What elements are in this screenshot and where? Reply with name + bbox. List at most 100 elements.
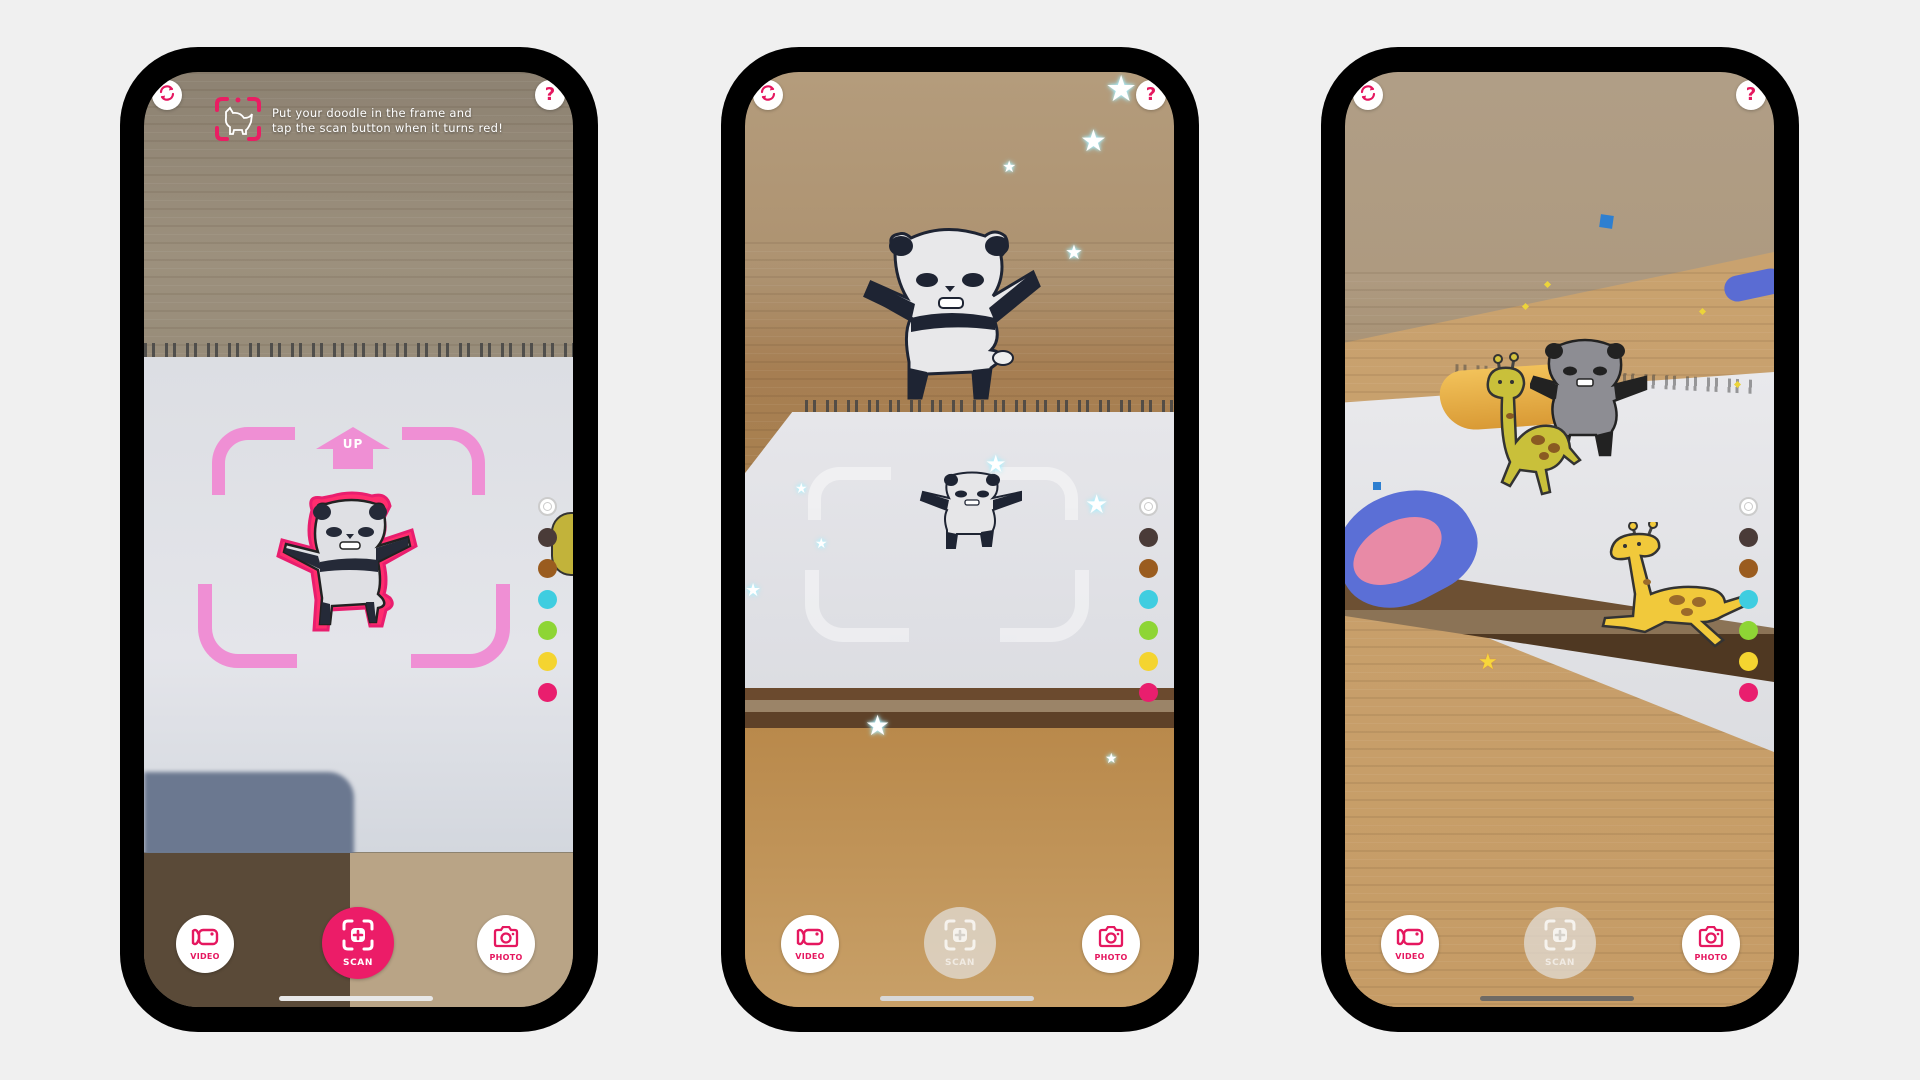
photo-button[interactable]: PHOTO <box>1082 915 1140 973</box>
up-label: UP <box>342 437 364 451</box>
home-indicator[interactable] <box>279 996 433 1001</box>
color-swatch-brown[interactable] <box>538 559 557 578</box>
color-swatch-cyan[interactable] <box>538 590 557 609</box>
video-label: VIDEO <box>795 952 825 961</box>
whale-mouth <box>1345 503 1454 599</box>
hint-line-1: Put your doodle in the frame and <box>272 106 472 120</box>
color-swatch-green[interactable] <box>1139 621 1158 640</box>
scan-button[interactable]: SCAN <box>924 907 996 979</box>
notebook-spiral <box>144 343 573 357</box>
camera-feed: ★ ★ ★ ★ ★ ★ ★ ★ ★ ★ ★ <box>745 72 1174 1007</box>
frame-corner-bottom-left <box>805 570 909 642</box>
color-swatch-dark-brown[interactable] <box>538 528 557 547</box>
color-swatch-brown[interactable] <box>1739 559 1758 578</box>
color-swatch-eraser[interactable] <box>1139 497 1158 516</box>
sparkle-star: ★ <box>1085 490 1109 520</box>
color-palette <box>1739 497 1759 714</box>
hand-shadow <box>144 772 354 856</box>
video-camera-icon <box>795 927 825 951</box>
reset-button[interactable] <box>753 80 783 110</box>
video-camera-icon <box>1395 927 1425 951</box>
phone-scan-mode: UP ? Put your doodle in the frame and ta… <box>120 47 598 1032</box>
scan-label: SCAN <box>343 958 373 968</box>
panda-doodle-on-paper <box>917 470 1027 550</box>
color-swatch-eraser[interactable] <box>1739 497 1758 516</box>
help-button[interactable]: ? <box>1736 80 1766 110</box>
scan-plus-icon <box>1543 918 1577 956</box>
color-swatch-cyan[interactable] <box>1139 590 1158 609</box>
scan-button[interactable]: SCAN <box>1524 907 1596 979</box>
help-icon: ? <box>1145 84 1157 105</box>
reset-button[interactable] <box>152 80 182 110</box>
refresh-icon <box>758 83 778 107</box>
panda-doodle-highlighted <box>272 490 422 635</box>
color-palette <box>538 497 558 714</box>
color-swatch-cyan[interactable] <box>1739 590 1758 609</box>
reset-button[interactable] <box>1353 80 1383 110</box>
color-swatch-pink[interactable] <box>538 683 557 702</box>
scan-hint: Put your doodle in the frame and tap the… <box>214 96 503 146</box>
color-swatch-brown[interactable] <box>1139 559 1158 578</box>
notebook-edge <box>745 688 1174 728</box>
camera-icon <box>492 925 520 952</box>
scan-label: SCAN <box>945 958 975 968</box>
panda-3d-character <box>855 222 1045 402</box>
home-indicator[interactable] <box>880 996 1034 1001</box>
frame-corner-top-right <box>402 427 485 495</box>
sparkle-star: ★ <box>745 580 762 601</box>
phone-multiple-characters: ★ ? VIDEO SCAN PHOTO <box>1321 47 1799 1032</box>
video-camera-icon <box>190 927 220 951</box>
confetti-piece <box>1373 482 1381 490</box>
photo-label: PHOTO <box>1094 953 1128 962</box>
sparkle-star: ★ <box>815 536 828 552</box>
color-swatch-yellow[interactable] <box>1139 652 1158 671</box>
frame-corner-top-left <box>808 467 891 520</box>
color-swatch-yellow[interactable] <box>1739 652 1758 671</box>
notebook-paper <box>745 412 1174 690</box>
color-swatch-green[interactable] <box>538 621 557 640</box>
hint-line-2: tap the scan button when it turns red! <box>272 121 504 135</box>
help-icon: ? <box>1745 84 1757 105</box>
photo-label: PHOTO <box>1694 953 1728 962</box>
sparkle-star: ★ <box>1105 751 1118 767</box>
video-button[interactable]: VIDEO <box>781 915 839 973</box>
sparkle-star: ★ <box>1002 157 1017 176</box>
photo-button[interactable]: PHOTO <box>1682 915 1740 973</box>
color-swatch-yellow[interactable] <box>538 652 557 671</box>
video-button[interactable]: VIDEO <box>176 915 234 973</box>
scan-plus-icon <box>943 918 977 956</box>
color-swatch-green[interactable] <box>1739 621 1758 640</box>
video-label: VIDEO <box>1395 952 1425 961</box>
sparkle-star: ★ <box>795 481 808 497</box>
refresh-icon <box>157 83 177 107</box>
sparkle-star: ★ <box>1105 72 1138 110</box>
frame-corner-top-left <box>212 427 295 495</box>
help-button[interactable]: ? <box>1136 80 1166 110</box>
color-swatch-pink[interactable] <box>1739 683 1758 702</box>
camera-feed: ★ <box>1345 72 1774 1007</box>
help-button[interactable]: ? <box>535 80 565 110</box>
camera-view: ★ ★ ★ ★ ★ ★ ★ ★ ★ ★ ★ ? VIDEO SCAN PHOTO <box>745 72 1174 1007</box>
frame-corner-bottom-right <box>1000 570 1089 642</box>
notebook-spiral <box>805 400 1174 414</box>
color-swatch-dark-brown[interactable] <box>1739 528 1758 547</box>
sparkle-star: ★ <box>985 450 1007 478</box>
camera-icon <box>1697 925 1725 952</box>
photo-button[interactable]: PHOTO <box>477 915 535 973</box>
photo-label: PHOTO <box>489 953 523 962</box>
scan-button[interactable]: SCAN <box>322 907 394 979</box>
scan-frame-cat-icon <box>214 96 262 146</box>
sparkle-star: ★ <box>1478 650 1498 675</box>
color-swatch-eraser[interactable] <box>538 497 557 516</box>
giraffe-doodle-on-paper <box>1595 519 1755 652</box>
camera-view: ★ ? VIDEO SCAN PHOTO <box>1345 72 1774 1007</box>
scan-label: SCAN <box>1545 958 1575 968</box>
help-icon: ? <box>544 84 556 105</box>
video-button[interactable]: VIDEO <box>1381 915 1439 973</box>
color-swatch-pink[interactable] <box>1139 683 1158 702</box>
home-indicator[interactable] <box>1480 996 1634 1001</box>
color-swatch-dark-brown[interactable] <box>1139 528 1158 547</box>
sparkle-star: ★ <box>865 709 891 742</box>
video-label: VIDEO <box>190 952 220 961</box>
frame-corner-bottom-right <box>411 584 510 668</box>
